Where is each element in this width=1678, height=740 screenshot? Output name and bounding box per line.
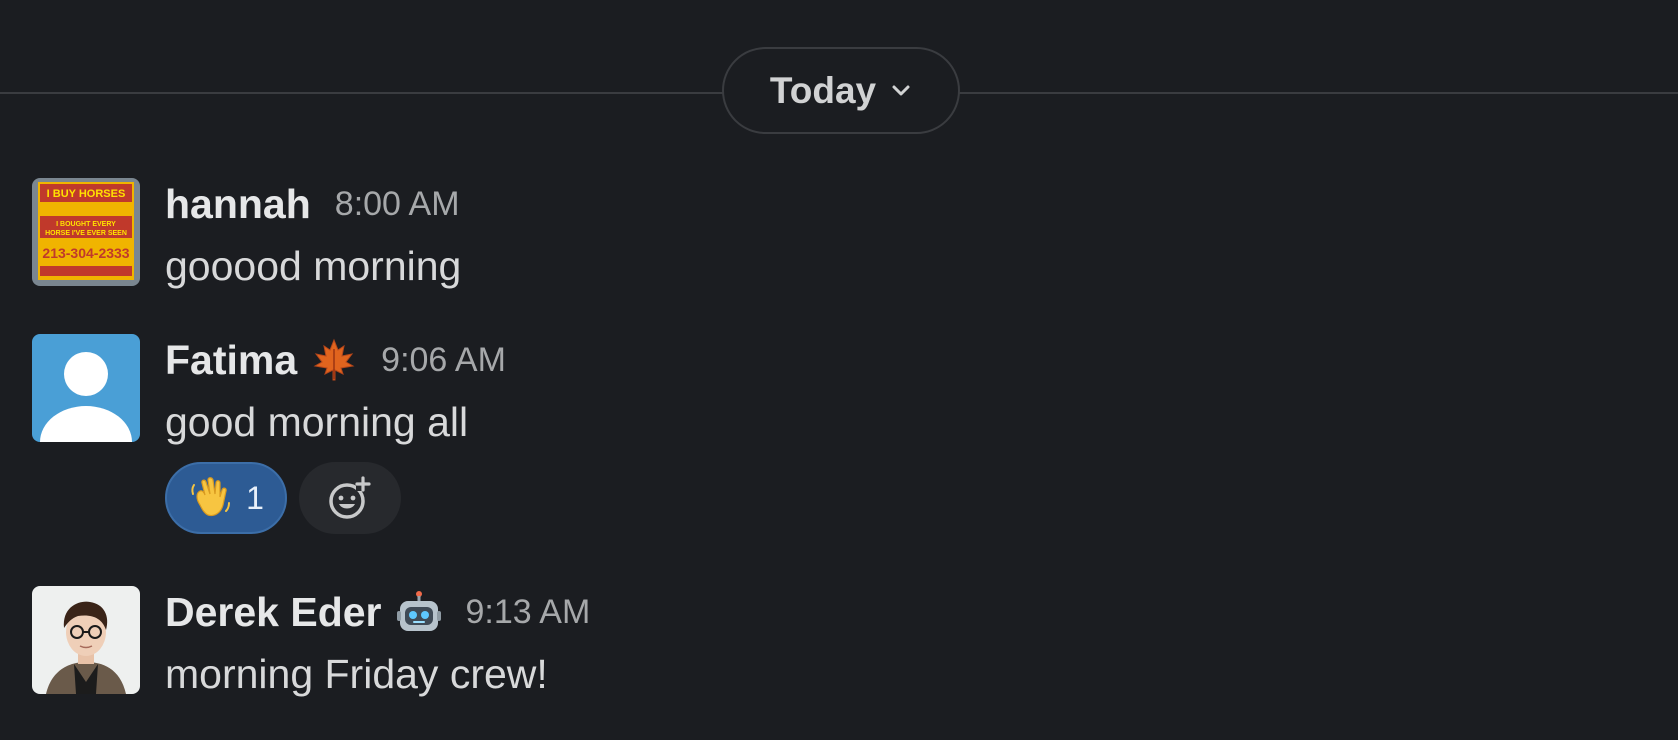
maple-leaf-icon [313,338,355,381]
author-name[interactable]: hannah [165,181,311,228]
chevron-down-icon [892,85,910,95]
message-text: morning Friday crew! [165,651,548,697]
date-label: Today [769,69,877,111]
reactions-bar: 1 [165,462,1678,534]
avatar[interactable]: I BUY HORSES I BOUGHT EVERY HORSE I'VE E… [32,178,140,286]
timestamp[interactable]: 9:06 AM [381,341,506,380]
date-divider-button[interactable]: Today [722,47,960,134]
add-reaction-button[interactable] [299,462,401,534]
message-pane: Today I BUY HORSES I BOUGHT EVERY HORSE … [0,0,1678,740]
sign-phone: 213-304-2333 [42,245,129,261]
message-text: good morning all [165,399,469,445]
sign-line-1: I BOUGHT EVERY [56,221,116,228]
timestamp[interactable]: 8:00 AM [335,185,460,224]
author-name[interactable]: Fatima [165,337,297,384]
reaction-count: 1 [246,479,264,516]
sign-line-2: HORSE I'VE EVER SEEN [45,230,127,237]
message-text: gooood morning [165,243,462,289]
sign-headline: I BUY HORSES [47,188,126,200]
waving-hand-icon [191,477,231,517]
robot-icon [396,591,441,631]
author-name[interactable]: Derek Eder [165,589,382,636]
reaction-pill[interactable]: 1 [165,462,287,534]
avatar[interactable] [32,586,140,694]
avatar[interactable] [32,334,140,442]
timestamp[interactable]: 9:13 AM [466,593,591,632]
add-emoji-icon [329,476,371,519]
